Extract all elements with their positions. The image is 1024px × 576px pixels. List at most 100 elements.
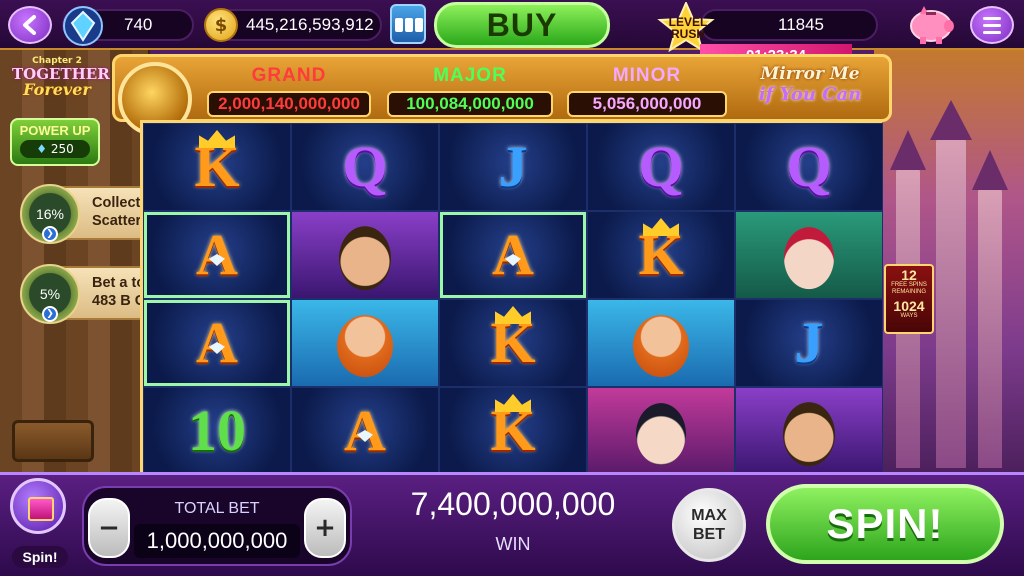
game-logo-line2: if You Can <box>758 84 862 105</box>
symbol-q: Q <box>786 134 832 199</box>
reel-cell: J <box>735 299 883 387</box>
free-spins-label: FREE SPINS <box>891 282 927 288</box>
reel-cell: A <box>143 299 291 387</box>
reel-cell <box>587 387 735 475</box>
spin-gift-button[interactable]: Spin! <box>8 476 68 572</box>
crown-icon <box>643 218 679 236</box>
level-rush-progress[interactable]: 11845 <box>700 9 878 41</box>
reel-cell <box>291 299 439 387</box>
level-rush-line2: RUSH <box>670 27 705 41</box>
reel-cell <box>291 211 439 299</box>
total-bet-panel: − TOTAL BET 1,000,000,000 + <box>82 486 352 566</box>
reel-cell: K <box>439 299 587 387</box>
spin-button[interactable]: SPIN! <box>766 484 1004 564</box>
ways-label: WAYS <box>900 313 918 319</box>
castle-tower <box>936 138 966 468</box>
slot-machine-icon[interactable] <box>390 4 426 44</box>
reel-cell <box>735 211 883 299</box>
mission-percent: 5% <box>39 286 61 302</box>
increase-bet-button[interactable]: + <box>304 498 346 558</box>
symbol-q: Q <box>342 134 388 199</box>
reel-cell: A <box>291 387 439 475</box>
event-logo[interactable]: Chapter 2 TOGETHER Forever <box>12 56 110 112</box>
character-portrait <box>339 226 391 291</box>
crown-icon <box>495 394 531 412</box>
free-spins-remaining-label: REMAINING <box>891 289 926 295</box>
castle-tower <box>978 188 1002 468</box>
character-bearded-man <box>736 388 882 474</box>
gift-icon-ring <box>10 478 66 534</box>
jackpot-major: MAJOR 100,084,000,000 <box>387 65 553 119</box>
mission-percent: 16% <box>35 206 65 222</box>
back-button[interactable] <box>8 6 52 44</box>
spin-gift-label: Spin! <box>12 546 68 568</box>
reel-grid: KQJQQAAKAKJ10AK <box>140 120 883 475</box>
symbol-j: J <box>794 310 824 375</box>
total-bet-value: 1,000,000,000 <box>134 524 300 558</box>
total-bet-label: TOTAL BET <box>174 500 260 517</box>
character-dwarf <box>292 300 438 386</box>
coin-balance[interactable]: $ 445,216,593,912 <box>204 8 382 42</box>
gem-icon: ♦ <box>36 142 48 156</box>
character-evil-queen <box>736 212 882 298</box>
character-portrait <box>784 227 834 290</box>
symbol-10: 10 <box>188 398 246 463</box>
decrease-bet-button[interactable]: − <box>88 498 130 558</box>
gem-balance[interactable]: 740 <box>62 6 194 46</box>
spin-label: SPIN! <box>826 500 944 547</box>
win-amount: 7,400,000,000 <box>410 486 616 522</box>
max-bet-label: MAX BET <box>691 507 727 543</box>
max-bet-button[interactable]: MAX BET <box>672 488 746 562</box>
free-spins-panel: 12 FREE SPINS REMAINING 1024 WAYS <box>884 264 934 334</box>
crown-icon <box>199 130 235 148</box>
gift-icon <box>28 497 54 521</box>
reel-cell: J <box>439 123 587 211</box>
reel-cell: K <box>439 387 587 475</box>
event-subtitle: Forever <box>23 80 91 99</box>
back-arrow-icon <box>23 15 36 35</box>
power-up-button[interactable]: POWER UP ♦ 250 <box>10 118 100 166</box>
win-display: 7,400,000,000 WIN <box>368 478 658 572</box>
jackpot-minor-value: 5,056,000,000 <box>567 91 727 117</box>
jackpot-grand-label: GRAND <box>251 65 327 86</box>
gem-count: 740 <box>124 15 153 34</box>
top-bar: 740 $ 445,216,593,912 BUY 11845 LEVEL RU… <box>0 0 1024 52</box>
jackpot-grand-value: 2,000,140,000,000 <box>207 91 371 117</box>
reel-cell: K <box>587 211 735 299</box>
coin-count: 445,216,593,912 <box>246 15 374 34</box>
piggy-bank-icon[interactable] <box>906 4 956 46</box>
reel-cell: Q <box>587 123 735 211</box>
character-bearded-man <box>292 212 438 298</box>
castle-scenery <box>874 48 1024 478</box>
jackpot-minor-label: MINOR <box>612 65 682 86</box>
reel-cell: Q <box>291 123 439 211</box>
jackpot-grand: GRAND 2,000,140,000,000 <box>207 65 371 119</box>
chevron-right-icon[interactable]: ❯ <box>42 306 58 322</box>
symbol-j: J <box>498 134 528 199</box>
reel-cell <box>735 387 883 475</box>
reel-cell: A <box>143 211 291 299</box>
buy-label: BUY <box>486 6 558 43</box>
crown-icon <box>495 306 531 324</box>
jackpot-major-label: MAJOR <box>433 65 507 86</box>
chevron-right-icon[interactable]: ❯ <box>42 226 58 242</box>
menu-button[interactable] <box>970 6 1014 44</box>
gem-icon <box>63 6 103 46</box>
power-up-label: POWER UP <box>19 123 91 138</box>
win-label: WIN <box>495 534 531 554</box>
level-points: 11845 <box>778 15 825 34</box>
character-portrait <box>636 403 686 466</box>
game-logo-line1: Mirror Me <box>760 64 860 84</box>
chest-icon <box>12 420 94 462</box>
coin-icon: $ <box>204 8 238 42</box>
symbol-q: Q <box>638 134 684 199</box>
reel-cell: 10 <box>143 387 291 475</box>
game-logo: Mirror Me if You Can <box>740 64 880 105</box>
buy-button[interactable]: BUY <box>434 2 610 48</box>
character-portrait <box>783 402 835 467</box>
jackpot-minor: MINOR 5,056,000,000 <box>567 65 727 119</box>
character-dwarf <box>588 300 734 386</box>
free-spins-count: 12 <box>901 267 917 283</box>
reel-cell: K <box>143 123 291 211</box>
reel-cell <box>587 299 735 387</box>
